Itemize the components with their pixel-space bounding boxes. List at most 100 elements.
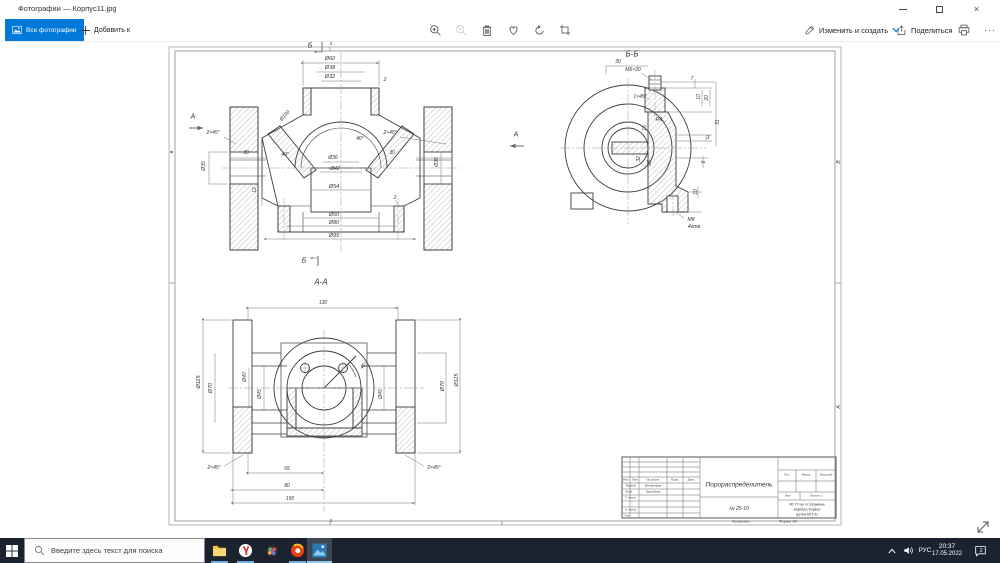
- dimension-label: 1×45°: [633, 95, 646, 100]
- dimension-label: Ø35: [202, 161, 207, 170]
- title-block-text: Загребина: [646, 491, 661, 494]
- title-block-text: Дата: [688, 479, 695, 482]
- tray-clock[interactable]: 20:37 17.05.2022: [928, 538, 966, 563]
- zoom-in-button[interactable]: [425, 21, 445, 39]
- dimension-label: 130: [319, 301, 327, 306]
- zoom-in-icon: [429, 24, 442, 37]
- tray-time: 20:37: [939, 543, 955, 551]
- dimension-label: Ø70: [440, 381, 446, 391]
- title-block-text: Изм.: [623, 479, 629, 482]
- title-block-text: Лист: [632, 479, 639, 482]
- rotate-icon: [533, 24, 546, 37]
- dimension-label: 15: [643, 125, 648, 131]
- dimension-label: 51: [716, 119, 721, 125]
- dimension-label: Ø40: [243, 372, 248, 381]
- dimension-label: 10: [694, 189, 699, 195]
- dimension-label: 10: [697, 94, 702, 100]
- yandex-browser-icon: [238, 543, 253, 558]
- dimension-label: Б: [302, 258, 307, 265]
- crop-button[interactable]: [555, 21, 575, 39]
- minimize-icon: [899, 9, 907, 10]
- dimension-label: 3: [707, 136, 710, 141]
- title-block-text: Подп.: [671, 479, 679, 482]
- edit-create-label: Изменить и создать: [819, 26, 888, 35]
- tray-show-hidden-icons[interactable]: [884, 538, 900, 563]
- all-photos-button[interactable]: Все фотографии: [5, 19, 84, 41]
- dimension-label: в: [170, 151, 175, 154]
- dimension-label: 30: [243, 151, 249, 156]
- photos-app-window: Фотографии — Корпус11.jpg × Все фотограф…: [0, 0, 1000, 563]
- dimension-label: Б-Б: [625, 51, 638, 59]
- window-title: Фотографии — Корпус11.jpg: [18, 4, 117, 13]
- dimension-label: Ø60: [325, 56, 335, 62]
- dimension-label: А: [837, 405, 842, 408]
- title-block-text: Мещеряков: [645, 485, 661, 488]
- dimension-label: А-А: [314, 279, 327, 287]
- dimension-label: 20: [705, 95, 710, 101]
- title-block-text: Масштаб: [820, 474, 833, 477]
- rotate-button[interactable]: [529, 21, 549, 39]
- dimension-label: 2×45°: [206, 131, 219, 136]
- dimension-label: Ø95: [329, 233, 339, 239]
- dimension-label: 2×45°: [207, 466, 220, 471]
- photo-canvas[interactable]: ББААØ60Ø38Ø3222×45°2×45°Ø35Ø353030Ø10040…: [0, 42, 1000, 538]
- title-block-text: Лист: [785, 495, 792, 498]
- dimension-label: 4отв: [688, 225, 700, 230]
- title-block-text: Копировал: [732, 520, 750, 524]
- title-block-text: Лит.: [784, 474, 790, 477]
- taskbar-app-photos-active[interactable]: [307, 538, 332, 563]
- dimension-label: Ø70: [208, 383, 214, 393]
- search-box[interactable]: [24, 538, 205, 563]
- print-button[interactable]: [955, 21, 973, 39]
- toolbar: Все фотографии Добавить к Изменить и соз…: [0, 18, 1000, 42]
- dimension-label: Ø54: [329, 184, 339, 190]
- zoom-out-button[interactable]: [451, 21, 471, 39]
- favorite-button[interactable]: [503, 21, 523, 39]
- dimension-label: Ø100: [279, 110, 291, 122]
- taskbar-app-file-explorer[interactable]: [209, 540, 230, 561]
- start-button[interactable]: [0, 538, 24, 563]
- share-button[interactable]: Поделиться: [896, 21, 952, 39]
- dimension-label: 45°: [360, 362, 369, 371]
- search-input[interactable]: [51, 546, 201, 555]
- dimension-label: группа МТ1-42: [796, 513, 818, 516]
- title-block-text: Разраб.: [626, 485, 637, 488]
- trash-icon: [481, 24, 493, 37]
- title-block-text: Т. контр.: [625, 497, 637, 500]
- photos-app-container: [309, 540, 330, 561]
- dimension-label: Ø32: [325, 74, 335, 80]
- maximize-button[interactable]: [921, 0, 958, 18]
- title-block-text: Формат А2: [779, 520, 797, 524]
- compass-icon: [290, 543, 305, 558]
- taskbar-app-color-sphere[interactable]: [261, 540, 282, 561]
- dimension-label: R4: [656, 118, 662, 123]
- file-explorer-icon: [212, 544, 227, 557]
- diagonal-resize-icon[interactable]: [976, 520, 990, 534]
- plus-icon: [81, 26, 90, 35]
- title-block-text: № докум.: [646, 479, 659, 482]
- delete-button[interactable]: [477, 21, 497, 39]
- dimension-label: Ø42: [330, 167, 339, 172]
- taskbar: РУС 20:37 17.05.2022 2: [0, 538, 1000, 563]
- photos-app-icon: [312, 543, 327, 558]
- dimension-label: А: [514, 132, 519, 139]
- close-button[interactable]: ×: [958, 0, 995, 18]
- all-photos-label: Все фотографии: [26, 27, 77, 34]
- dimension-label: 40°: [356, 137, 364, 142]
- title-block-text: Утв.: [624, 515, 630, 518]
- share-label: Поделиться: [911, 26, 952, 35]
- title-block-text: Масса: [802, 474, 811, 477]
- tray-action-center[interactable]: 2: [968, 538, 992, 563]
- add-to-button[interactable]: Добавить к: [77, 19, 134, 41]
- dimension-label: 2: [384, 78, 387, 83]
- title-block-text: 2: [330, 519, 333, 524]
- taskbar-app-compass[interactable]: [287, 540, 308, 561]
- minimize-button[interactable]: [884, 0, 921, 18]
- share-icon: [896, 25, 907, 36]
- edit-create-button[interactable]: Изменить и создать: [804, 21, 900, 39]
- more-options-button[interactable]: ···: [982, 21, 998, 39]
- taskbar-app-yandex-browser[interactable]: [235, 540, 256, 561]
- crop-icon: [559, 24, 571, 36]
- dimension-label: 65: [284, 467, 290, 472]
- ellipsis-icon: ···: [984, 25, 996, 35]
